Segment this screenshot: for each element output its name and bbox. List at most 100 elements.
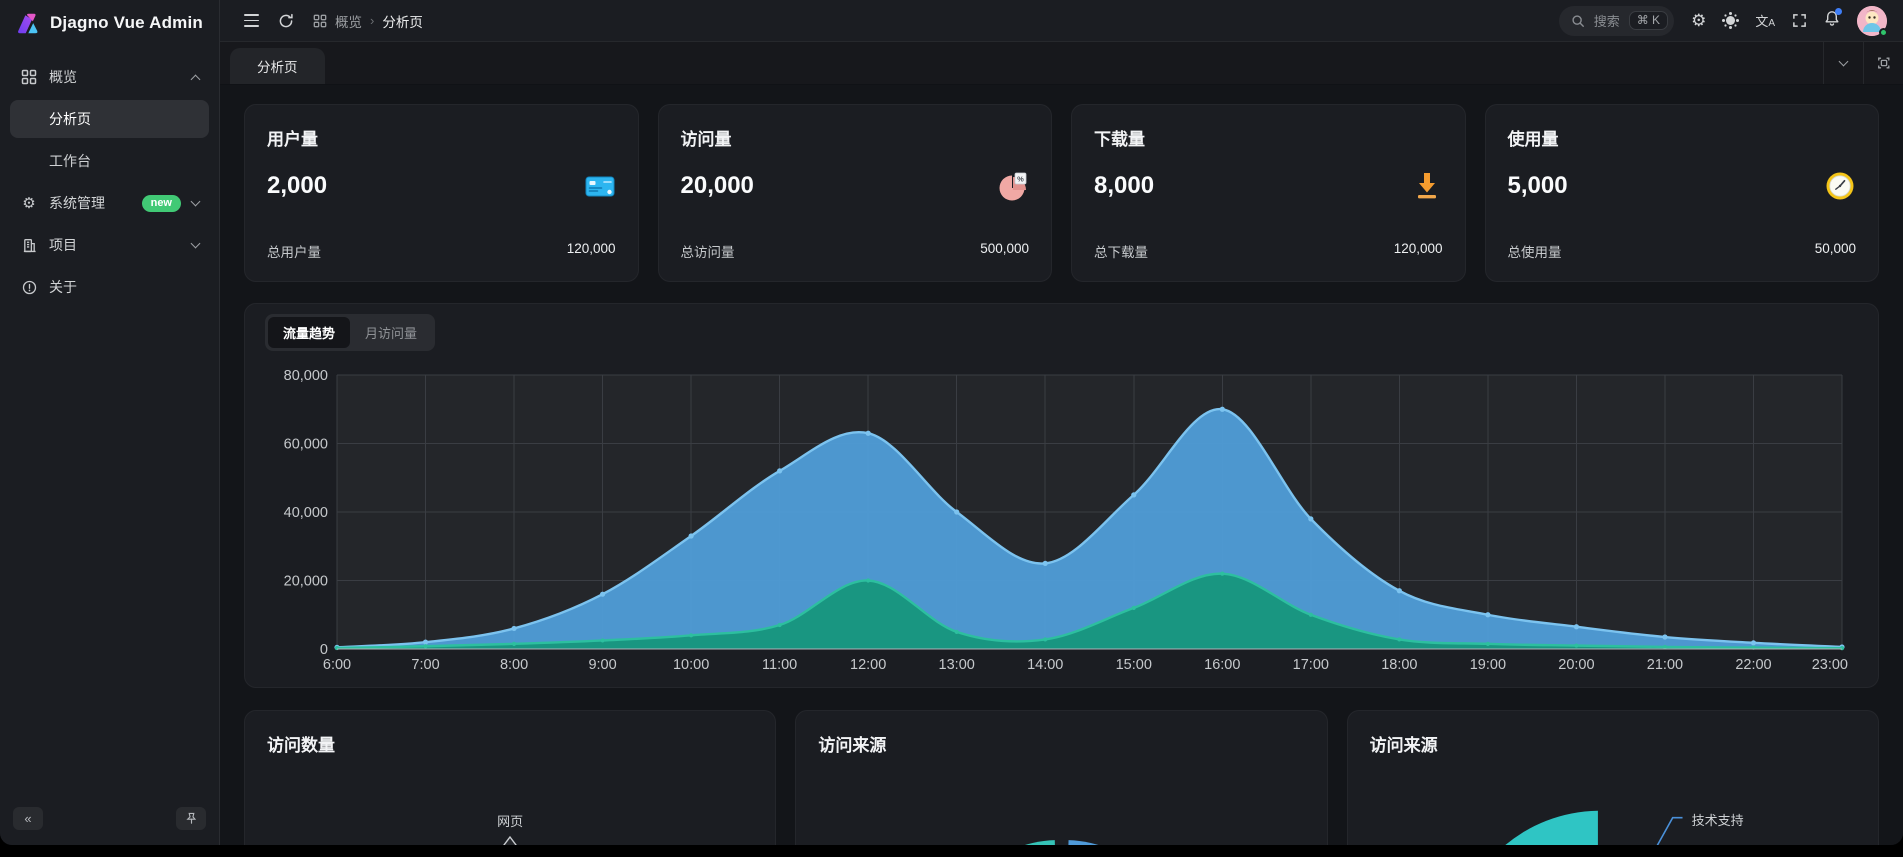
svg-text:60,000: 60,000 (284, 437, 328, 453)
sidebar-item-project[interactable]: 项目 (10, 226, 209, 264)
building-icon (20, 238, 38, 253)
pie-slice-label: 技术支持 (1692, 810, 1744, 829)
svg-text:%: % (1017, 174, 1024, 183)
svg-text:8:00: 8:00 (500, 657, 528, 673)
download-icon (1411, 170, 1443, 202)
stat-title: 访问量 (681, 125, 1030, 150)
sidebar-collapse-button[interactable]: « (13, 807, 43, 830)
chevron-down-icon (1839, 56, 1849, 66)
svg-text:14:00: 14:00 (1027, 657, 1063, 673)
stat-total-value: 120,000 (1394, 241, 1443, 261)
stat-total-label: 总访问量 (681, 241, 735, 261)
dashboard-icon (313, 14, 327, 28)
sidebar-item-label: 项目 (49, 235, 77, 255)
refresh-icon[interactable] (278, 13, 294, 29)
card-title: 访问数量 (267, 731, 753, 756)
traffic-trend-chart: 020,00040,00060,00080,0006:007:008:009:0… (265, 361, 1858, 679)
traffic-trend-card: 流量趋势 月访问量 020,00040,00060,00080,0006:007… (244, 303, 1879, 688)
svg-text:16:00: 16:00 (1204, 657, 1240, 673)
pin-icon (185, 812, 198, 825)
chevron-up-icon (191, 74, 201, 84)
notifications-bell-icon[interactable] (1824, 10, 1840, 32)
stat-card-usage: 使用量 5,000 总使用量 50,000 (1485, 104, 1880, 282)
new-badge: new (142, 195, 181, 212)
sidebar-item-about[interactable]: 关于 (10, 268, 209, 306)
topbar: 概览 › 分析页 搜索 ⌘ K ⚙ 文A (220, 0, 1903, 42)
svg-text:19:00: 19:00 (1470, 657, 1506, 673)
svg-text:7:00: 7:00 (411, 657, 439, 673)
status-dot (1879, 28, 1888, 37)
tab-analysis[interactable]: 分析页 (230, 48, 325, 84)
stat-value: 2,000 (267, 172, 327, 200)
radar-axis-label: 网页 (245, 811, 775, 830)
dashboard-icon (20, 69, 38, 85)
sidebar-item-analysis[interactable]: 分析页 (10, 100, 209, 138)
tab-traffic-trend[interactable]: 流量趋势 (268, 317, 350, 348)
breadcrumb-root[interactable]: 概览 (335, 11, 362, 31)
tab-monthly-visits[interactable]: 月访问量 (350, 317, 432, 348)
app-window: Djagno Vue Admin 概览 分析页 工作台 (0, 0, 1903, 845)
sidebar: Djagno Vue Admin 概览 分析页 工作台 (0, 0, 220, 845)
svg-text:21:00: 21:00 (1647, 657, 1683, 673)
radar-chart-fragment (478, 833, 542, 845)
main-area: 概览 › 分析页 搜索 ⌘ K ⚙ 文A (220, 0, 1903, 845)
search-shortcut-badge: ⌘ K (1629, 11, 1668, 30)
stat-title: 使用量 (1508, 125, 1857, 150)
breadcrumb-current: 分析页 (382, 11, 423, 31)
stat-total-value: 120,000 (567, 241, 616, 261)
svg-text:12:00: 12:00 (850, 657, 886, 673)
sidebar-item-workbench[interactable]: 工作台 (10, 142, 209, 180)
svg-text:80,000: 80,000 (284, 368, 328, 384)
clock-icon (1824, 170, 1856, 202)
visit-source-pie-card: 访问来源 (795, 710, 1327, 845)
sidebar-item-label: 概览 (49, 67, 77, 87)
tab-list-dropdown-button[interactable] (1823, 41, 1863, 84)
sidebar-item-label: 工作台 (49, 151, 91, 171)
stat-value: 5,000 (1508, 172, 1568, 200)
content-fullscreen-button[interactable] (1863, 41, 1903, 84)
stat-title: 下载量 (1094, 125, 1443, 150)
stat-card-downloads: 下载量 8,000 总下载量 120,000 (1071, 104, 1466, 282)
sidebar-item-label: 关于 (49, 277, 77, 297)
svg-text:11:00: 11:00 (762, 657, 797, 673)
bottom-row: 访问数量 网页 访问来源 访问来源 (244, 710, 1879, 845)
trend-tab-group: 流量趋势 月访问量 (265, 314, 435, 351)
app-title: Djagno Vue Admin (50, 13, 203, 33)
sidebar-footer: « (0, 799, 219, 845)
svg-text:17:00: 17:00 (1293, 657, 1329, 673)
settings-gear-icon[interactable]: ⚙ (1691, 12, 1706, 29)
area-chart-canvas: 020,00040,00060,00080,0006:007:008:009:0… (265, 361, 1858, 679)
language-icon[interactable]: 文A (1755, 11, 1775, 30)
svg-text:18:00: 18:00 (1381, 657, 1417, 673)
sidebar-item-system[interactable]: ⚙ 系统管理 new (10, 184, 209, 222)
visit-count-card: 访问数量 网页 (244, 710, 776, 845)
theme-sun-icon[interactable] (1726, 16, 1735, 25)
sidebar-nav: 概览 分析页 工作台 ⚙ 系统管理 new (0, 44, 219, 799)
svg-text:23:00: 23:00 (1812, 657, 1848, 673)
stat-total-label: 总用户量 (267, 241, 321, 261)
sidebar-item-overview[interactable]: 概览 (10, 58, 209, 96)
notification-dot (1835, 8, 1842, 15)
svg-text:40,000: 40,000 (284, 505, 328, 521)
svg-text:10:00: 10:00 (673, 657, 709, 673)
chevron-down-icon (191, 197, 201, 207)
sidebar-toggle-icon[interactable] (244, 14, 259, 26)
svg-text:0: 0 (320, 642, 328, 658)
svg-text:13:00: 13:00 (939, 657, 975, 673)
svg-text:15:00: 15:00 (1116, 657, 1152, 673)
stat-total-label: 总使用量 (1508, 241, 1562, 261)
stat-card-visits: 访问量 20,000 % 总访问量 500,000 (658, 104, 1053, 282)
stat-value: 8,000 (1094, 172, 1154, 200)
pie-chart-fragment (796, 711, 1326, 845)
info-circle-icon (20, 280, 38, 295)
stats-row: 用户量 2,000 总用户量 120,000 (244, 104, 1879, 282)
avatar[interactable] (1857, 6, 1887, 36)
tabbar: 分析页 (220, 42, 1903, 85)
fullscreen-icon[interactable] (1792, 13, 1807, 28)
chevron-down-icon (191, 239, 201, 249)
logo-row[interactable]: Djagno Vue Admin (0, 2, 219, 44)
search-input[interactable]: 搜索 ⌘ K (1559, 6, 1674, 36)
stat-value: 20,000 (681, 172, 754, 200)
sidebar-pin-button[interactable] (176, 807, 206, 830)
breadcrumb-separator: › (370, 13, 374, 28)
